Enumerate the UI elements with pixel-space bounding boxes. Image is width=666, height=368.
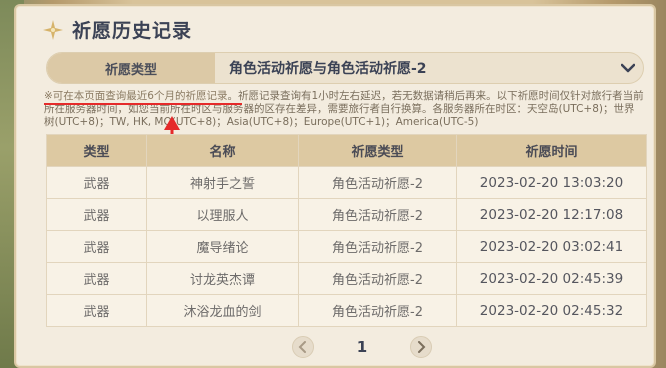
table-row: 武器 讨龙英杰谭 角色活动祈愿-2 2023-02-20 02:45:39 <box>46 262 647 295</box>
cell-type: 武器 <box>46 198 147 231</box>
notice-text: ※可在本页面查询最近6个月的祈愿记录。祈愿记录查询有1小时左右延迟，若无数据请稍… <box>44 90 644 129</box>
cell-type: 武器 <box>46 166 147 199</box>
chevron-down-icon[interactable] <box>613 53 643 83</box>
cell-name: 讨龙英杰谭 <box>146 262 299 295</box>
sparkle-star-icon <box>42 19 64 41</box>
cell-type: 武器 <box>46 230 147 263</box>
cell-type: 武器 <box>46 262 147 295</box>
current-page-number: 1 <box>356 338 368 356</box>
column-header-wish-type: 祈愿类型 <box>298 134 457 167</box>
wish-records-table: 类型 名称 祈愿类型 祈愿时间 武器 神射手之誓 角色活动祈愿-2 2023-0… <box>46 134 647 327</box>
table-row: 武器 神射手之誓 角色活动祈愿-2 2023-02-20 13:03:20 <box>46 166 647 199</box>
cell-time: 2023-02-20 02:45:39 <box>456 262 647 295</box>
cell-wish-type: 角色活动祈愿-2 <box>298 262 457 295</box>
prev-page-button[interactable] <box>292 336 314 358</box>
page-title: 祈愿历史记录 <box>72 20 193 42</box>
table-header-row: 类型 名称 祈愿类型 祈愿时间 <box>46 134 647 167</box>
cell-wish-type: 角色活动祈愿-2 <box>298 166 457 199</box>
title-row: 祈愿历史记录 <box>42 16 192 43</box>
table-row: 武器 沐浴龙血的剑 角色活动祈愿-2 2023-02-20 02:45:32 <box>46 294 647 327</box>
cell-name: 以理服人 <box>146 198 299 231</box>
wish-history-window: 祈愿历史记录 祈愿类型 角色活动祈愿与角色活动祈愿-2 ※可在本页面查询最近6个… <box>14 4 656 368</box>
wish-type-filter[interactable]: 祈愿类型 角色活动祈愿与角色活动祈愿-2 <box>46 52 644 84</box>
cell-name: 沐浴龙血的剑 <box>146 294 299 327</box>
notice-highlight: ※可在本页面查询最近6个月的祈愿记录 <box>44 90 228 102</box>
cell-type: 武器 <box>46 294 147 327</box>
cell-wish-type: 角色活动祈愿-2 <box>298 230 457 263</box>
column-header-name: 名称 <box>146 134 299 167</box>
cell-time: 2023-02-20 12:17:08 <box>456 198 647 231</box>
filter-label: 祈愿类型 <box>47 53 215 83</box>
filter-select-value[interactable]: 角色活动祈愿与角色活动祈愿-2 <box>215 53 613 83</box>
cell-time: 2023-02-20 03:02:41 <box>456 230 647 263</box>
column-header-time: 祈愿时间 <box>456 134 647 167</box>
table-row: 武器 魔导绪论 角色活动祈愿-2 2023-02-20 03:02:41 <box>46 230 647 263</box>
table-row: 武器 以理服人 角色活动祈愿-2 2023-02-20 12:17:08 <box>46 198 647 231</box>
cell-name: 神射手之誓 <box>146 166 299 199</box>
cell-time: 2023-02-20 02:45:32 <box>456 294 647 327</box>
chevron-right-icon <box>416 338 426 357</box>
chevron-left-icon <box>298 338 308 357</box>
cell-name: 魔导绪论 <box>146 230 299 263</box>
cell-wish-type: 角色活动祈愿-2 <box>298 294 457 327</box>
cell-time: 2023-02-20 13:03:20 <box>456 166 647 199</box>
cell-wish-type: 角色活动祈愿-2 <box>298 198 457 231</box>
column-header-type: 类型 <box>46 134 147 167</box>
next-page-button[interactable] <box>410 336 432 358</box>
pagination: 1 <box>292 335 432 359</box>
annotation-underline <box>44 103 242 105</box>
